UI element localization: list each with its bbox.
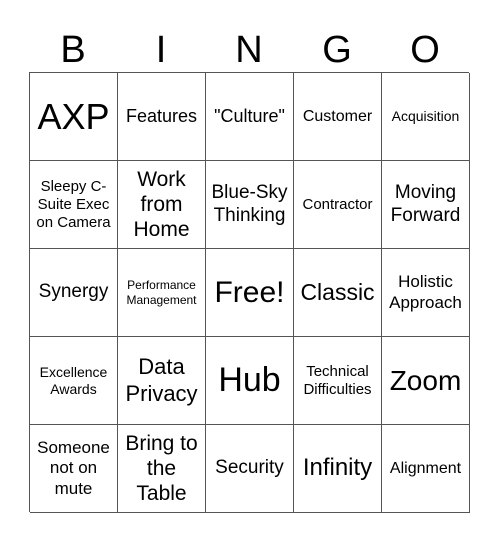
bingo-header: B I N G O <box>29 28 469 72</box>
bingo-cell[interactable]: Features <box>118 73 206 161</box>
bingo-cell[interactable]: Alignment <box>382 425 470 513</box>
bingo-cell[interactable]: Data Privacy <box>118 337 206 425</box>
bingo-cell[interactable]: Sleepy C-Suite Exec on Camera <box>30 161 118 249</box>
bingo-cell[interactable]: Bring to the Table <box>118 425 206 513</box>
bingo-card: AXP Features "Culture" Customer Acquisition S… <box>29 72 470 513</box>
bingo-cell[interactable]: Holistic Approach <box>382 249 470 337</box>
bingo-cell[interactable]: Excellence Awards <box>30 337 118 425</box>
bingo-cell[interactable]: Classic <box>294 249 382 337</box>
bingo-cell[interactable]: Work from Home <box>118 161 206 249</box>
bingo-cell[interactable]: Blue-Sky Thinking <box>206 161 294 249</box>
bingo-cell[interactable]: Hub <box>206 337 294 425</box>
header-letter: O <box>410 29 440 71</box>
bingo-cell[interactable]: Acquisition <box>382 73 470 161</box>
bingo-cell[interactable]: Customer <box>294 73 382 161</box>
bingo-cell[interactable]: Performance Management <box>118 249 206 337</box>
header-letter: G <box>322 29 352 71</box>
bingo-cell[interactable]: Synergy <box>30 249 118 337</box>
bingo-cell[interactable]: Free! <box>206 249 294 337</box>
bingo-cell[interactable]: Security <box>206 425 294 513</box>
bingo-cell[interactable]: Infinity <box>294 425 382 513</box>
bingo-cell[interactable]: Contractor <box>294 161 382 249</box>
header-letter: B <box>60 29 86 71</box>
bingo-cell[interactable]: AXP <box>30 73 118 161</box>
bingo-cell[interactable]: Someone not on mute <box>30 425 118 513</box>
header-letter: N <box>235 29 263 71</box>
header-letter: I <box>155 29 167 71</box>
bingo-cell[interactable]: "Culture" <box>206 73 294 161</box>
bingo-cell[interactable]: Technical Difficulties <box>294 337 382 425</box>
bingo-cell[interactable]: Moving Forward <box>382 161 470 249</box>
bingo-cell[interactable]: Zoom <box>382 337 470 425</box>
